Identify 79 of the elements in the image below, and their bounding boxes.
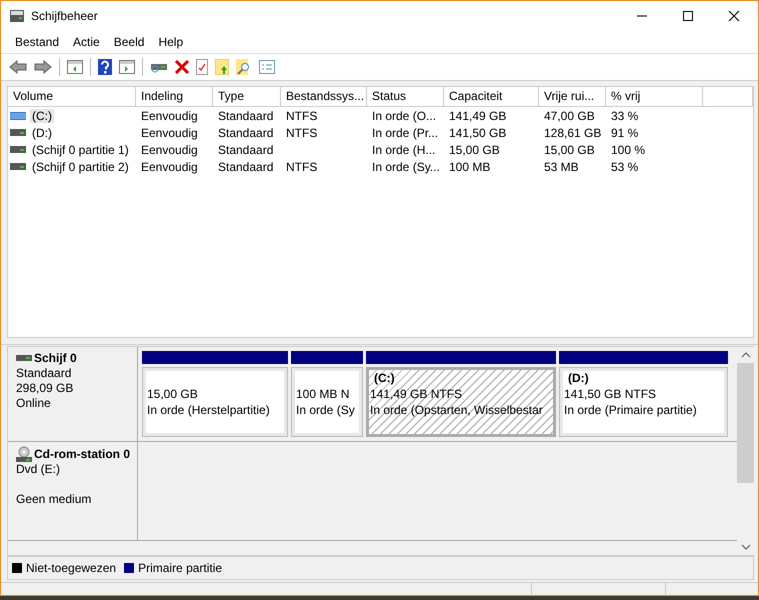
column-header[interactable]: Capaciteit <box>444 87 539 106</box>
table-cell: In orde (Sy... <box>372 160 440 174</box>
disk-detail: Standaard <box>16 366 72 380</box>
table-cell: 100 % <box>611 142 646 156</box>
table-cell: In orde (Pr... <box>372 126 438 140</box>
column-header[interactable]: Type <box>213 87 281 106</box>
menu-item[interactable]: Bestand <box>15 35 60 49</box>
panel-icon[interactable] <box>67 60 83 74</box>
drive-icon <box>10 162 26 170</box>
list-icon[interactable] <box>259 60 275 74</box>
table-cell: 47,00 GB <box>544 108 595 122</box>
table-cell: Standaard <box>218 108 274 122</box>
drive-icon <box>10 146 26 154</box>
table-cell: NTFS <box>286 126 318 140</box>
table-cell: Eenvoudig <box>141 160 198 174</box>
menu-item[interactable]: Help <box>158 35 184 49</box>
scroll-up-icon[interactable] <box>740 351 750 359</box>
partition-block[interactable]: (D:) 141,50 GB NTFS In orde (Primaire partitie) <box>559 367 728 437</box>
disk-detail: Geen medium <box>16 492 92 506</box>
disk-drive-icon <box>16 354 32 362</box>
partition-header-bar <box>291 351 363 364</box>
disk-drive-icon <box>9 9 25 23</box>
disk-detail: Online <box>16 396 51 410</box>
table-cell: Eenvoudig <box>141 108 198 122</box>
table-cell[interactable]: (Schijf 0 partitie 1) <box>30 142 131 156</box>
table-cell: Standaard <box>218 142 274 156</box>
table-cell: 100 MB <box>449 160 490 174</box>
striped-volume-icon <box>10 112 26 120</box>
column-header[interactable]: Bestandssys... <box>281 87 367 106</box>
table-cell: Standaard <box>218 160 274 174</box>
table-cell: 141,50 GB <box>449 126 506 140</box>
table-cell: 15,00 GB <box>544 142 595 156</box>
table-cell: 33 % <box>611 108 638 122</box>
drive-icon[interactable] <box>150 61 168 73</box>
table-cell: Standaard <box>218 126 274 140</box>
table-cell: 53 MB <box>544 160 579 174</box>
table-cell: 53 % <box>611 160 638 174</box>
column-header[interactable]: Vrije rui... <box>539 87 606 106</box>
table-cell[interactable]: (C:) <box>30 108 54 122</box>
table-cell: NTFS <box>286 160 318 174</box>
legend-label: Niet-toegewezen <box>26 561 116 575</box>
drive-icon <box>10 128 26 136</box>
table-cell: 141,49 GB <box>449 108 506 122</box>
checklist-icon[interactable] <box>196 59 208 75</box>
disk-name: Cd-rom-station 0 <box>34 446 130 462</box>
disk-name: Schijf 0 <box>34 351 77 366</box>
table-cell: Eenvoudig <box>141 142 198 156</box>
forward-arrow-icon[interactable] <box>34 60 52 74</box>
search-icon[interactable] <box>236 59 252 75</box>
help-icon[interactable] <box>98 59 112 75</box>
window-title: Schijfbeheer <box>31 9 98 23</box>
disk-detail: 298,09 GB <box>16 381 74 395</box>
table-cell[interactable]: (Schijf 0 partitie 2) <box>30 160 131 174</box>
scroll-down-icon[interactable] <box>740 543 750 551</box>
menu-item[interactable]: Beeld <box>114 35 144 49</box>
table-cell: 91 % <box>611 126 638 140</box>
column-header[interactable]: % vrij <box>606 87 703 106</box>
table-cell[interactable]: (D:) <box>30 126 54 140</box>
partition-block[interactable]: 100 MB N In orde (Sy <box>291 367 363 437</box>
table-cell: 128,61 GB <box>544 126 602 140</box>
table-cell: NTFS <box>286 108 318 122</box>
disk-detail: Dvd (E:) <box>16 462 60 476</box>
cd-drive-icon <box>16 446 32 462</box>
column-header[interactable]: Indeling <box>136 87 213 106</box>
table-cell: Eenvoudig <box>141 126 198 140</box>
column-header[interactable]: Volume <box>8 87 136 106</box>
partition-block[interactable]: (C:) 141,49 GB NTFS In orde (Opstarten, Wisselbestar <box>366 367 556 437</box>
column-header[interactable]: Status <box>367 87 444 106</box>
back-arrow-icon[interactable] <box>9 60 27 74</box>
table-cell: In orde (O... <box>372 108 436 122</box>
delete-icon[interactable] <box>175 60 189 74</box>
table-cell: In orde (H... <box>372 142 436 156</box>
legend-label: Primaire partitie <box>138 561 222 575</box>
panel-icon[interactable] <box>119 60 135 74</box>
partition-block[interactable]: 15,00 GB In orde (Herstelpartitie) <box>142 367 288 437</box>
table-cell: 15,00 GB <box>449 142 500 156</box>
close-icon[interactable] <box>728 10 740 22</box>
menu-item[interactable]: Actie <box>73 35 100 49</box>
maximize-icon[interactable] <box>682 10 694 22</box>
